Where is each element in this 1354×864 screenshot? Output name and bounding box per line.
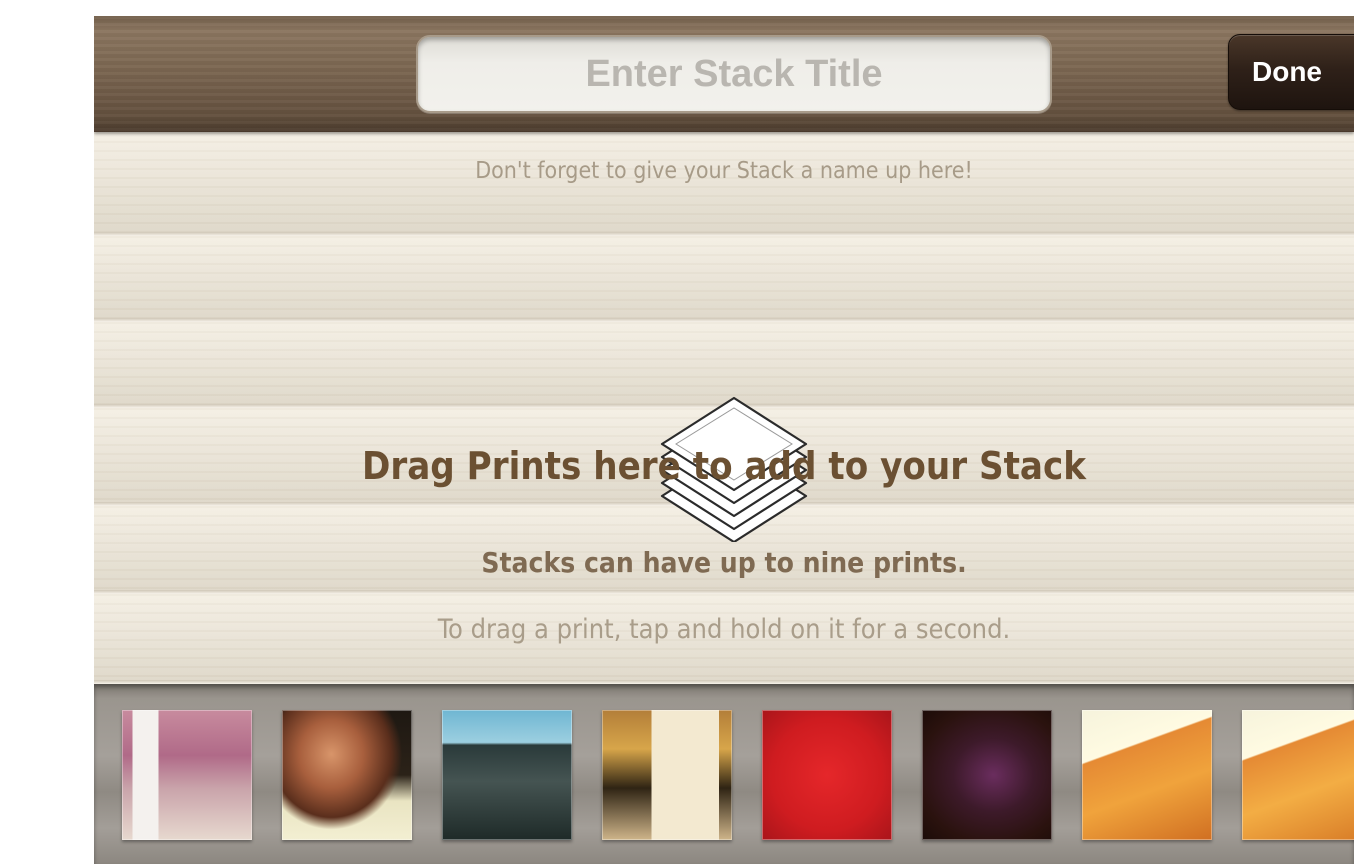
drag-help-text: To drag a print, tap and hold on it for … (437, 614, 1011, 645)
stack-limit-text: Stacks can have up to nine prints. (481, 546, 967, 579)
plank (94, 236, 1354, 322)
print-thumbnail[interactable] (602, 710, 732, 840)
print-thumbnail[interactable] (1242, 710, 1354, 840)
name-hint-text: Don't forget to give your Stack a name u… (475, 158, 973, 184)
print-thumbnail[interactable] (1082, 710, 1212, 840)
header-bar: Done (94, 16, 1354, 132)
print-thumbnail[interactable] (122, 710, 252, 840)
plank (94, 132, 1354, 236)
print-thumbnail[interactable] (442, 710, 572, 840)
print-thumbnail[interactable] (762, 710, 892, 840)
print-thumbnail[interactable] (922, 710, 1052, 840)
drop-zone[interactable]: Don't forget to give your Stack a name u… (94, 132, 1354, 684)
done-button[interactable]: Done (1228, 34, 1354, 110)
stack-title-input[interactable] (416, 35, 1052, 113)
print-thumbnail[interactable] (282, 710, 412, 840)
drag-instructions-heading: Drag Prints here to add to your Stack (361, 444, 1086, 488)
stack-editor: Done Don't forget to give your Stack a n… (94, 16, 1354, 864)
prints-strip[interactable] (94, 684, 1354, 864)
